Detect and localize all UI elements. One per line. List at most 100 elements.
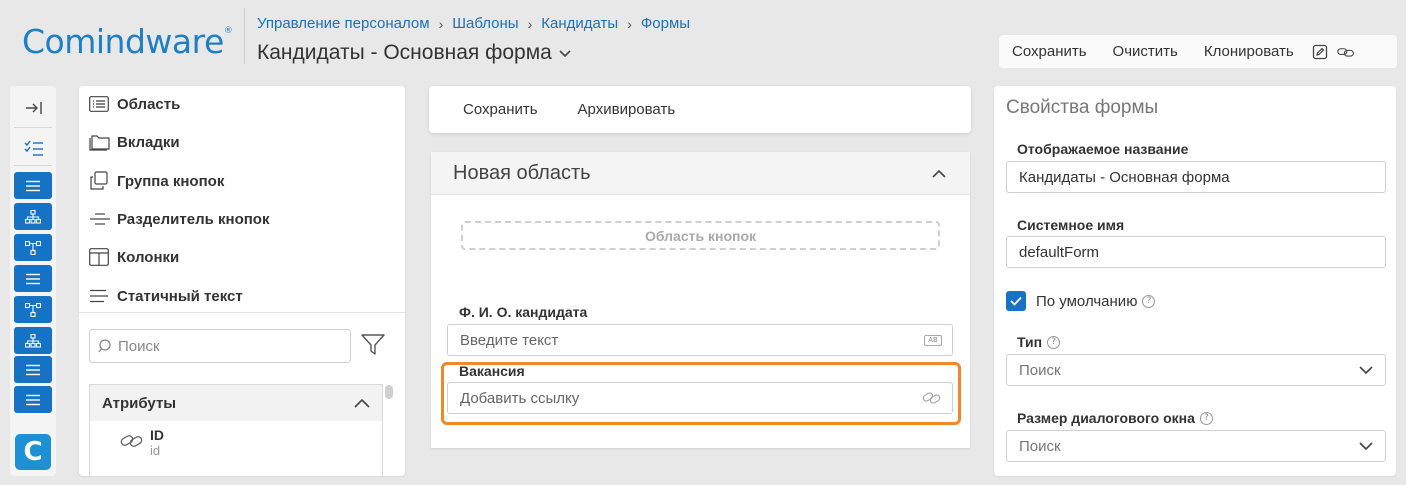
chevron-up-icon <box>354 398 370 408</box>
scrollbar[interactable] <box>385 385 393 399</box>
edit-icon[interactable] <box>1311 43 1329 61</box>
hierarchy-icon[interactable] <box>14 327 52 354</box>
attributes-title: Атрибуты <box>102 394 177 412</box>
registered-mark: ® <box>223 26 233 36</box>
process-flow-icon[interactable] <box>14 296 52 323</box>
component-label: Колонки <box>117 248 180 266</box>
component-static-text[interactable]: Статичный текст <box>89 285 243 307</box>
dialog-size-placeholder: Поиск <box>1019 437 1061 455</box>
save-button[interactable]: Сохранить <box>999 43 1100 60</box>
default-checkbox[interactable] <box>1006 291 1026 311</box>
list-icon <box>89 94 113 114</box>
filter-icon[interactable] <box>360 332 386 358</box>
field-label: Ф. И. О. кандидата <box>459 304 588 320</box>
breadcrumb: Управление персоналом › Шаблоны › Кандид… <box>257 15 690 32</box>
breadcrumb-item[interactable]: Шаблоны <box>452 15 518 32</box>
component-label: Статичный текст <box>117 287 243 305</box>
help-icon[interactable]: ? <box>1047 335 1061 349</box>
component-label: Группа кнопок <box>117 172 225 190</box>
breadcrumb-separator: › <box>438 15 444 32</box>
component-area[interactable]: Область <box>89 93 180 115</box>
help-icon[interactable]: ? <box>1199 411 1213 425</box>
chevron-up-icon[interactable] <box>932 169 946 178</box>
checklist-icon[interactable] <box>22 137 46 161</box>
type-label: Тип? <box>1017 334 1061 350</box>
display-name-value: Кандидаты - Основная форма <box>1019 168 1230 186</box>
breadcrumb-separator: › <box>627 15 632 32</box>
form-properties-panel: Свойства формы Отображаемое название Кан… <box>994 86 1396 476</box>
search-input[interactable]: Поиск <box>89 329 351 363</box>
component-button-separator[interactable]: Разделитель кнопок <box>89 208 269 230</box>
rail-divider <box>14 127 52 128</box>
properties-title: Свойства формы <box>1006 97 1159 118</box>
dialog-size-label: Размер диалогового окна? <box>1017 410 1213 426</box>
save-button[interactable]: Сохранить <box>443 101 558 118</box>
top-toolbar: Сохранить Очистить Клонировать <box>999 35 1397 68</box>
type-placeholder: Поиск <box>1019 361 1061 379</box>
lines-icon[interactable] <box>14 265 52 292</box>
breadcrumb-item[interactable]: Управление персоналом <box>257 15 430 32</box>
attribute-system-name: id <box>150 443 161 458</box>
field-placeholder: Введите текст <box>460 331 559 349</box>
attribute-name: ID <box>150 427 164 443</box>
chevron-down-icon <box>559 50 571 58</box>
checkmark-icon <box>1010 296 1022 306</box>
component-button-group[interactable]: Группа кнопок <box>89 170 224 192</box>
collapse-panel-icon[interactable] <box>22 96 46 120</box>
search-placeholder: Поиск <box>118 337 160 355</box>
link-icon[interactable] <box>1336 43 1355 61</box>
system-name-field[interactable]: defaultForm <box>1006 236 1386 268</box>
comindware-logo: Comindware® <box>22 22 233 61</box>
default-checkbox-row[interactable]: По умолчанию ? <box>1006 291 1156 311</box>
hierarchy-icon[interactable] <box>14 203 52 230</box>
separator-icon <box>89 209 113 229</box>
process-flow-icon[interactable] <box>14 234 52 261</box>
folder-icon <box>89 132 113 152</box>
breadcrumb-item[interactable]: Формы <box>641 15 690 32</box>
left-icon-rail: C <box>10 86 56 476</box>
display-name-field[interactable]: Кандидаты - Основная форма <box>1006 161 1386 193</box>
chevron-down-icon <box>1359 441 1373 450</box>
attributes-header[interactable]: Атрибуты <box>90 385 382 421</box>
breadcrumb-item[interactable]: Кандидаты <box>541 15 618 32</box>
component-label: Разделитель кнопок <box>117 210 270 228</box>
component-columns[interactable]: Колонки <box>89 246 179 268</box>
form-toolbar: Сохранить Архивировать <box>429 86 971 133</box>
system-name-value: defaultForm <box>1019 243 1100 261</box>
button-area-dropzone[interactable]: Область кнопок <box>461 221 940 250</box>
component-label: Вкладки <box>117 133 180 151</box>
component-tabs[interactable]: Вкладки <box>89 131 180 153</box>
help-icon[interactable]: ? <box>1142 294 1156 308</box>
link-icon <box>120 435 143 447</box>
lines-icon[interactable] <box>14 386 52 413</box>
clear-button[interactable]: Очистить <box>1100 43 1191 60</box>
candidate-name-field[interactable]: Введите текст AB <box>447 324 953 356</box>
lines-icon[interactable] <box>14 172 52 199</box>
attributes-section: Атрибуты ID id <box>89 384 383 476</box>
archive-button[interactable]: Архивировать <box>558 101 696 118</box>
rail-divider <box>14 165 52 166</box>
form-area: Новая область Область кнопок Ф. И. О. ка… <box>431 152 970 448</box>
components-panel: Область Вкладки Группа кнопок Разделител… <box>79 86 405 476</box>
area-title: Новая область <box>453 161 591 184</box>
text-type-icon: AB <box>924 334 942 346</box>
logo-text: Comindware <box>22 22 224 61</box>
attribute-item[interactable]: ID id <box>120 427 164 459</box>
lines-icon[interactable] <box>14 356 52 383</box>
page-title-text: Кандидаты - Основная форма <box>257 41 552 64</box>
columns-icon <box>89 247 113 267</box>
component-label: Область <box>117 95 181 113</box>
header-divider <box>244 8 245 64</box>
dialog-size-select[interactable]: Поиск <box>1006 430 1386 462</box>
panel-divider <box>79 312 405 313</box>
chevron-down-icon <box>1359 365 1373 374</box>
type-select[interactable]: Поиск <box>1006 354 1386 386</box>
copy-icon <box>89 171 113 191</box>
page-title[interactable]: Кандидаты - Основная форма <box>257 41 572 65</box>
clone-button[interactable]: Клонировать <box>1191 43 1307 60</box>
breadcrumb-separator: › <box>527 15 533 32</box>
default-label: По умолчанию <box>1036 292 1138 310</box>
app-icon[interactable]: C <box>15 434 51 470</box>
system-name-label: Системное имя <box>1017 217 1125 233</box>
area-header[interactable]: Новая область <box>431 152 970 195</box>
